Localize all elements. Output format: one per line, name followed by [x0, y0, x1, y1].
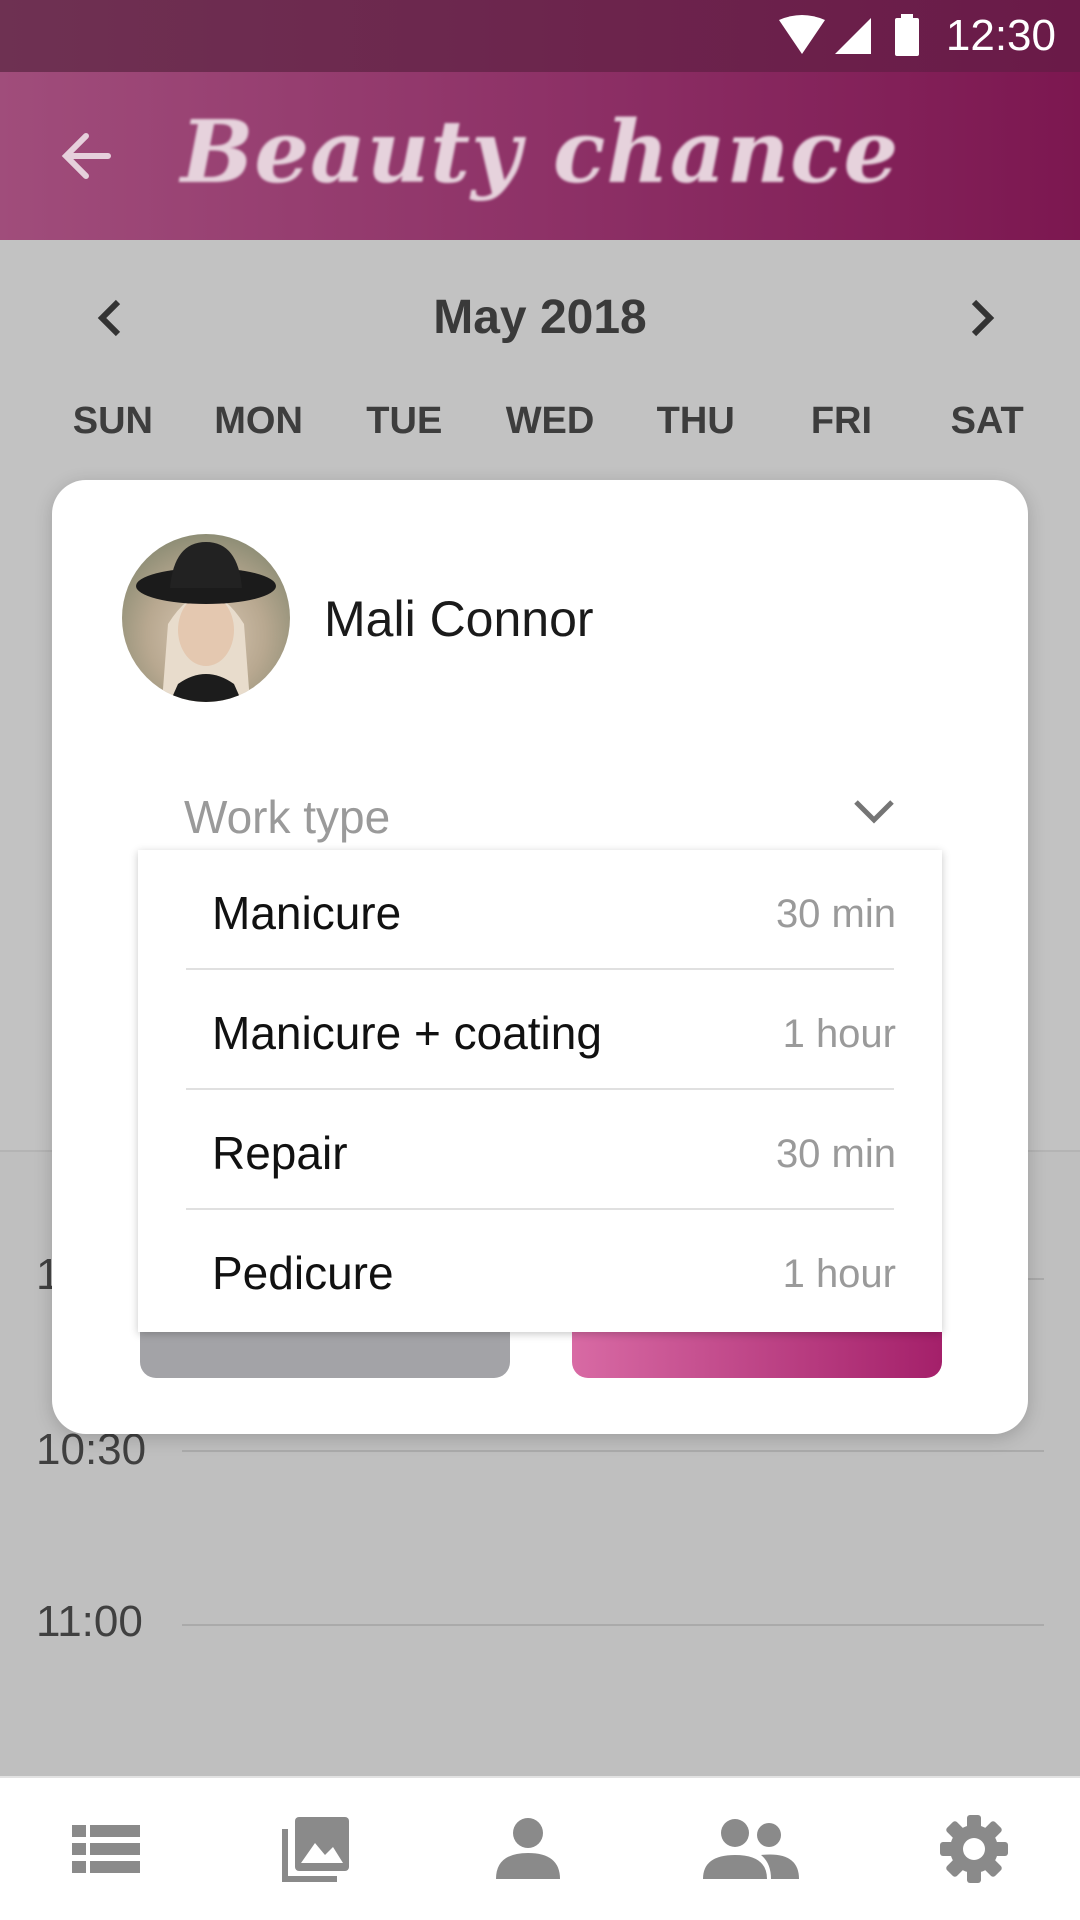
option-duration: 1 hour	[782, 1252, 896, 1296]
settings-icon[interactable]	[938, 1813, 1010, 1885]
user-name: Mali Connor	[324, 591, 594, 647]
option-name: Pedicure	[212, 1247, 394, 1299]
status-icons	[779, 14, 919, 56]
time-slot-label: 11:00	[36, 1597, 143, 1646]
app-title: Beauty chance	[180, 102, 900, 203]
booking-dialog: Mali Connor Work type Manicure 30 min Ma…	[52, 480, 1028, 1434]
month-label: May 2018	[433, 291, 647, 344]
option-manicure[interactable]: Manicure 30 min	[186, 850, 896, 970]
weekday-fri: FRI	[810, 400, 873, 442]
option-name: Manicure + coating	[212, 1007, 602, 1059]
option-duration: 1 hour	[782, 1012, 896, 1056]
bottom-nav	[0, 1776, 1080, 1920]
weekday-wed: WED	[505, 400, 595, 442]
group-icon[interactable]	[703, 1813, 800, 1885]
option-duration: 30 min	[775, 892, 896, 936]
wifi-icon	[779, 15, 825, 54]
next-month-icon[interactable]	[964, 296, 1000, 340]
time-slot-line	[182, 1450, 1044, 1452]
weekday-sat: SAT	[950, 400, 1024, 442]
status-time: 12:30	[945, 11, 1056, 60]
work-type-select[interactable]: Work type	[184, 790, 390, 844]
avatar	[122, 534, 290, 702]
weekday-thu: THU	[656, 400, 735, 442]
status-bar: 12:30	[0, 0, 1080, 72]
weekday-header: SUN MON TUE WED THU FRI SAT	[40, 400, 1060, 443]
option-name: Manicure	[212, 887, 402, 939]
time-slot-line	[182, 1624, 1044, 1626]
person-icon[interactable]	[492, 1813, 564, 1885]
work-type-dropdown: Manicure 30 min Manicure + coating 1 hou…	[138, 850, 942, 1332]
option-pedicure[interactable]: Pedicure 1 hour	[186, 1210, 896, 1330]
battery-icon	[895, 18, 919, 56]
weekday-tue: TUE	[366, 400, 443, 442]
signal-icon	[835, 18, 871, 54]
gallery-icon[interactable]	[281, 1813, 353, 1885]
app-bar: Beauty chance	[0, 72, 1080, 240]
weekday-sun: SUN	[72, 400, 153, 442]
option-manicure-coating[interactable]: Manicure + coating 1 hour	[186, 970, 896, 1090]
weekday-mon: MON	[214, 400, 303, 442]
chevron-down-icon[interactable]	[852, 796, 896, 828]
option-repair[interactable]: Repair 30 min	[186, 1090, 896, 1210]
option-name: Repair	[212, 1127, 348, 1179]
list-icon[interactable]	[70, 1813, 142, 1885]
option-duration: 30 min	[775, 1132, 896, 1176]
